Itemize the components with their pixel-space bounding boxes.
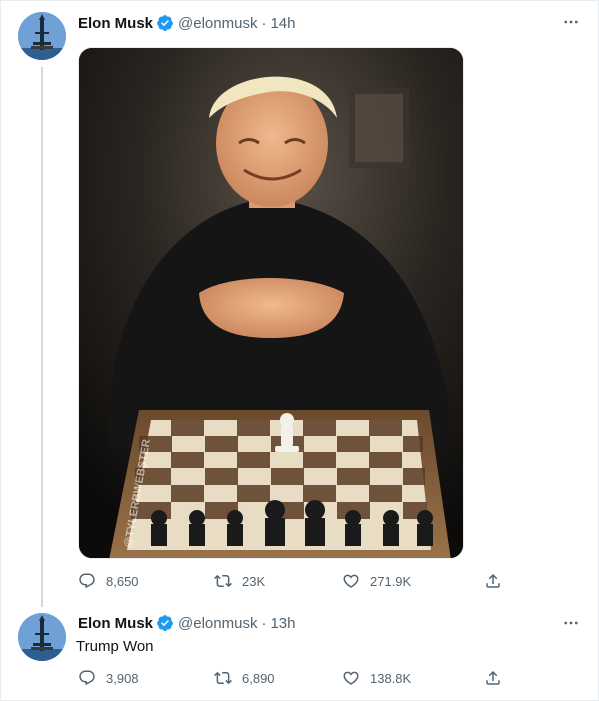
- chess-photo: @TYLERBWEBSTER: [79, 48, 463, 558]
- timestamp[interactable]: 14h: [270, 15, 295, 32]
- tweet-actions: 8,650 23K 271.9K: [78, 571, 508, 591]
- like-button[interactable]: 271.9K: [342, 571, 411, 591]
- more-icon[interactable]: [561, 12, 581, 32]
- like-count: 138.8K: [370, 670, 412, 686]
- like-icon: [343, 574, 359, 588]
- tweet-actions: 3,908 6,890 138.8K: [78, 668, 508, 688]
- retweet-button[interactable]: 6,890: [214, 668, 275, 688]
- reply-icon: [79, 573, 95, 589]
- tweet-header: Elon Musk @elonmusk · 14h: [78, 13, 295, 33]
- tweet-text: Trump Won: [76, 638, 154, 655]
- reply-button[interactable]: 8,650: [78, 571, 139, 591]
- rocket-avatar-icon: [18, 12, 66, 60]
- author-name[interactable]: Elon Musk: [78, 15, 153, 32]
- share-icon: [486, 670, 500, 685]
- rocket-avatar-icon: [18, 613, 66, 661]
- like-button[interactable]: 138.8K: [342, 668, 411, 688]
- retweet-count: 23K: [242, 573, 266, 589]
- retweet-icon: [214, 574, 232, 588]
- share-button[interactable]: [484, 668, 512, 688]
- author-handle[interactable]: @elonmusk: [178, 15, 257, 32]
- tweet-2[interactable]: Elon Musk @elonmusk · 13h Trump Won 3,90…: [0, 600, 599, 701]
- separator-dot: ·: [261, 14, 267, 32]
- verified-badge-icon: [156, 14, 174, 32]
- like-icon: [343, 671, 359, 685]
- retweet-icon: [214, 671, 232, 685]
- more-icon[interactable]: [561, 613, 581, 633]
- tweet-1[interactable]: Elon Musk @elonmusk · 14h @TYLERBWEBSTER…: [0, 0, 599, 600]
- reply-count: 8,650: [106, 573, 139, 589]
- author-handle[interactable]: @elonmusk: [178, 615, 257, 632]
- reply-icon: [79, 670, 95, 686]
- retweet-count: 6,890: [242, 670, 275, 686]
- reply-count: 3,908: [106, 670, 139, 686]
- avatar[interactable]: [18, 12, 66, 60]
- reply-button[interactable]: 3,908: [78, 668, 139, 688]
- tweet-image[interactable]: @TYLERBWEBSTER: [78, 47, 464, 559]
- tweet-header: Elon Musk @elonmusk · 13h: [78, 613, 295, 633]
- separator-dot: ·: [261, 614, 267, 632]
- like-count: 271.9K: [370, 573, 412, 589]
- verified-badge-icon: [156, 614, 174, 632]
- share-icon: [486, 573, 500, 588]
- author-name[interactable]: Elon Musk: [78, 615, 153, 632]
- avatar[interactable]: [18, 613, 66, 661]
- retweet-button[interactable]: 23K: [214, 571, 265, 591]
- timestamp[interactable]: 13h: [270, 615, 295, 632]
- share-button[interactable]: [484, 571, 512, 591]
